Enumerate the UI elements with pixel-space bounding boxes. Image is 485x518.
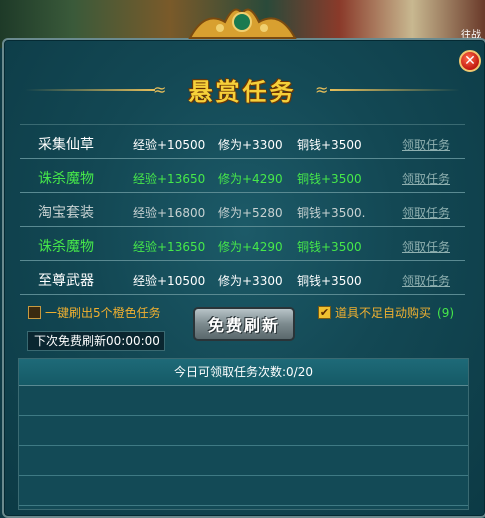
orange-refresh-checkbox[interactable] [28, 306, 41, 319]
task-list: 采集仙草 经验+10500 修为+3300 铜钱+3500 领取任务 诛杀魔物 … [20, 124, 465, 295]
title-banner: ≈ 悬赏任务 ≈ [25, 72, 460, 108]
auto-buy-option[interactable]: 道具不足自动购买 (9) [318, 304, 454, 321]
task-row: 采集仙草 经验+10500 修为+3300 铜钱+3500 领取任务 [20, 124, 465, 159]
task-cultivation-reward: 修为+4290 [218, 172, 283, 186]
task-exp-reward: 经验+16800 [133, 206, 206, 220]
daily-claim-counter: 今日可领取任务次数:0/20 [19, 359, 468, 386]
task-name: 至尊武器 [38, 273, 94, 289]
task-coin-reward: 铜钱+3500 [297, 274, 362, 288]
task-cultivation-reward: 修为+5280 [218, 206, 283, 220]
task-name: 采集仙草 [38, 137, 94, 153]
orange-refresh-label: 一键刷出5个橙色任务 [45, 306, 161, 320]
task-row: 至尊武器 经验+10500 修为+3300 铜钱+3500 领取任务 [20, 261, 465, 295]
claim-task-link[interactable]: 领取任务 [402, 272, 450, 289]
claim-task-link[interactable]: 领取任务 [402, 136, 450, 153]
task-coin-reward: 铜钱+3500 [297, 240, 362, 254]
task-name: 淘宝套装 [38, 205, 94, 221]
claimed-task-panel: 今日可领取任务次数:0/20 [18, 358, 469, 510]
orange-refresh-option[interactable]: 一键刷出5个橙色任务 [28, 304, 161, 321]
task-exp-reward: 经验+10500 [133, 138, 206, 152]
auto-buy-checkbox[interactable] [318, 306, 331, 319]
list-item [19, 476, 468, 506]
list-item [19, 446, 468, 476]
task-coin-reward: 铜钱+3500. [297, 206, 366, 220]
task-row: 诛杀魔物 经验+13650 修为+4290 铜钱+3500 领取任务 [20, 227, 465, 261]
task-exp-reward: 经验+13650 [133, 172, 206, 186]
task-coin-reward: 铜钱+3500 [297, 172, 362, 186]
task-exp-reward: 经验+13650 [133, 240, 206, 254]
title-divider-right [330, 89, 460, 91]
claim-task-link[interactable]: 领取任务 [402, 204, 450, 221]
task-name: 诛杀魔物 [38, 239, 94, 255]
next-free-refresh-timer: 下次免费刷新00:00:00 [27, 331, 165, 351]
list-item [19, 386, 468, 416]
auto-buy-label: 道具不足自动购买 [335, 306, 432, 320]
close-button[interactable]: ✕ [459, 50, 481, 72]
task-exp-reward: 经验+10500 [133, 274, 206, 288]
task-coin-reward: 铜钱+3500 [297, 138, 362, 152]
list-item [19, 416, 468, 446]
crown-ornament-icon [188, 8, 297, 39]
task-row: 淘宝套装 经验+16800 修为+5280 铜钱+3500. 领取任务 [20, 193, 465, 227]
task-cultivation-reward: 修为+3300 [218, 138, 283, 152]
task-row: 诛杀魔物 经验+13650 修为+4290 铜钱+3500 领取任务 [20, 159, 465, 193]
task-name: 诛杀魔物 [38, 171, 94, 187]
claim-task-link[interactable]: 领取任务 [402, 170, 450, 187]
task-cultivation-reward: 修为+3300 [218, 274, 283, 288]
task-cultivation-reward: 修为+4290 [218, 240, 283, 254]
claim-task-link[interactable]: 领取任务 [402, 238, 450, 255]
free-refresh-button[interactable]: 免费刷新 [193, 307, 295, 341]
auto-buy-count: (9) [437, 305, 455, 320]
title-scroll-right-icon: ≈ [315, 80, 329, 99]
